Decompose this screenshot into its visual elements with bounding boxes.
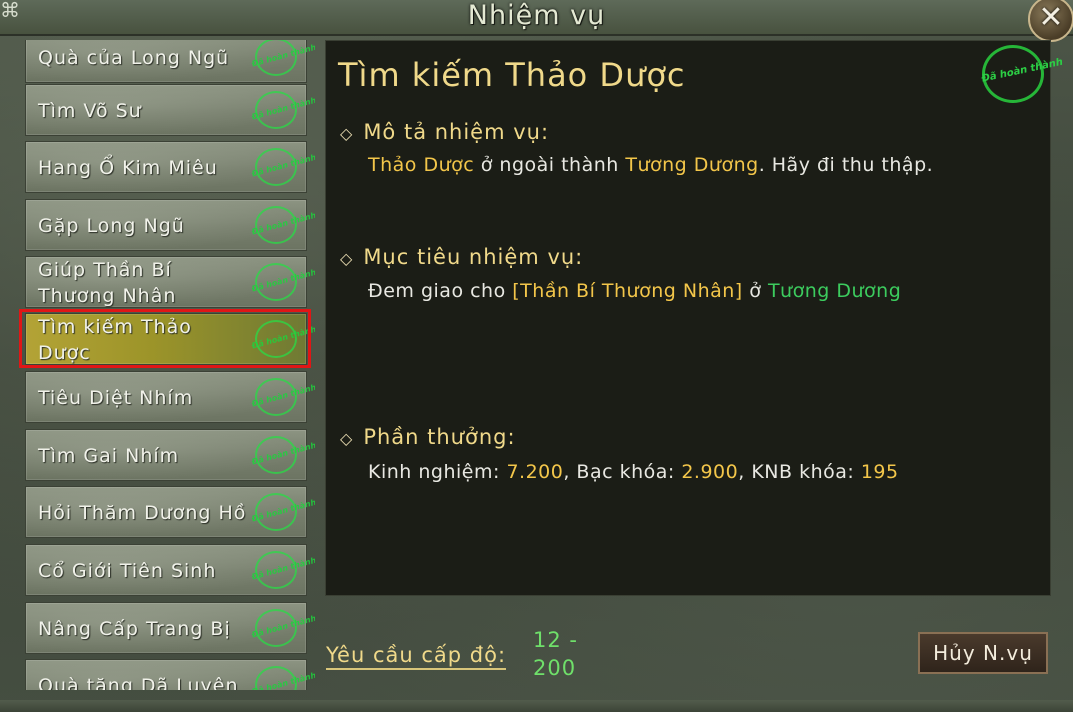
reward-knb-label: , KNB khóa: <box>738 461 861 483</box>
reward-silver-value: 2.900 <box>681 461 739 483</box>
objective-heading-label: Mục tiêu nhiệm vụ: <box>363 245 584 269</box>
completed-stamp-icon: Đã hoàn thành <box>251 493 315 531</box>
reward-heading-label: Phần thưởng: <box>363 425 516 449</box>
completed-stamp-label: Đã hoàn thành <box>250 210 315 237</box>
quest-list-item[interactable]: Nâng Cấp Trang Bị Đã hoàn thành <box>25 602 315 654</box>
quest-list-item-label: Tìm Gai Nhím <box>38 445 180 467</box>
reward-silver-label: , Bạc khóa: <box>563 461 682 483</box>
completed-stamp-icon: Đã hoàn thành <box>251 148 315 186</box>
objective-npc-link[interactable]: [Thần Bí Thương Nhân] <box>512 280 742 302</box>
level-requirement-value: 12 - 200 <box>533 628 578 680</box>
quest-list-item[interactable]: Quà của Long Ngũ Đã hoàn thành <box>25 40 315 83</box>
quest-list-item-label: Gặp Long Ngũ <box>38 215 185 237</box>
completed-stamp-label: Đã hoàn thành <box>250 670 315 690</box>
quest-list-item-label: Hang Ổ Kim Miêu <box>38 157 218 179</box>
quest-list-item-label: Nâng Cấp Trang Bị <box>38 618 231 640</box>
description-heading-label: Mô tả nhiệm vụ: <box>363 120 550 144</box>
quest-list-item[interactable]: Tiêu Diệt Nhím Đã hoàn thành <box>25 371 315 423</box>
objective-text-3: ở <box>742 280 768 302</box>
quest-list-item-label: Giúp Thần Bí Thương Nhân <box>38 259 177 307</box>
diamond-icon: ◇ <box>340 429 354 448</box>
quest-list-item-label: Tiêu Diệt Nhím <box>38 387 194 409</box>
completed-stamp-label: Đã hoàn thành <box>250 267 315 294</box>
completed-stamp-icon: Đã hoàn thành <box>251 320 315 358</box>
bottom-border <box>0 700 1073 712</box>
description-text: Thảo Dược ở ngoài thành Tương Dương. Hãy… <box>368 152 933 178</box>
completed-stamp-icon: Đã hoàn thành <box>251 263 315 301</box>
title-bar: ⌘ Nhiệm vụ <box>0 0 1073 36</box>
quest-list-item[interactable]: Gặp Long Ngũ Đã hoàn thành <box>25 199 315 251</box>
quest-list-item-label: Hỏi Thăm Dương Hồ <box>38 502 247 524</box>
completed-stamp-label: Đã hoàn thành <box>250 497 315 524</box>
reward-exp-label: Kinh nghiệm: <box>368 461 507 483</box>
quest-list-item[interactable]: Tìm Gai Nhím Đã hoàn thành <box>25 429 315 481</box>
quest-list-item[interactable]: Hỏi Thăm Dương Hồ Đã hoàn thành <box>25 486 315 538</box>
completed-stamp-icon: Đã hoàn thành <box>251 666 315 690</box>
completed-stamp-icon: Đã hoàn thành <box>251 206 315 244</box>
quest-title: Tìm kiếm Thảo Dược <box>338 56 686 94</box>
completed-stamp-label: Đã hoàn thành <box>250 440 315 467</box>
description-text-4: . Hãy đi thu thập. <box>758 154 934 176</box>
completed-stamp-label: Đã hoàn thành <box>250 95 315 122</box>
completed-stamp-label: Đã hoàn thành <box>250 382 315 409</box>
reward-heading: ◇ Phần thưởng: <box>340 423 516 453</box>
completed-stamp-label: Đã hoàn thành <box>250 613 315 640</box>
objective-heading: ◇ Mục tiêu nhiệm vụ: <box>340 243 583 273</box>
quest-list-item[interactable]: Quà tặng Dã Luyện Đã hoàn thành <box>25 659 315 690</box>
completed-stamp-icon: Đã hoàn thành <box>251 551 315 589</box>
reward-knb-value: 195 <box>860 461 899 483</box>
quest-list-item-label: Quà của Long Ngũ <box>38 47 230 69</box>
diamond-icon: ◇ <box>340 249 354 268</box>
quest-list-item-label: Tìm Võ Sư <box>38 100 142 122</box>
completed-stamp-icon: Đã hoàn thành <box>251 40 315 76</box>
reward-text: Kinh nghiệm: 7.200, Bạc khóa: 2.900, KNB… <box>368 459 899 485</box>
quest-list-item[interactable]: Cổ Giới Tiên Sinh Đã hoàn thành <box>25 544 315 596</box>
level-requirement-label: Yêu cầu cấp độ: <box>326 642 507 670</box>
quest-list-item[interactable]: Hang Ổ Kim Miêu Đã hoàn thành <box>25 141 315 193</box>
description-location[interactable]: Tương Dương <box>625 154 758 176</box>
completed-stamp-label: Đã hoàn thành <box>250 555 315 582</box>
diamond-icon: ◇ <box>340 124 354 143</box>
description-heading: ◇ Mô tả nhiệm vụ: <box>340 118 549 148</box>
quest-list-item-label: Tìm kiếm Thảo Dược <box>38 316 192 364</box>
completed-stamp-icon: Đã hoàn thành <box>251 609 315 647</box>
close-button[interactable]: ✕ <box>1028 0 1073 42</box>
description-item-name[interactable]: Thảo Dược <box>368 154 474 176</box>
completed-stamp-icon: Đã hoàn thành <box>251 436 315 474</box>
completed-stamp-label: Đã hoàn thành <box>250 324 315 351</box>
completed-stamp-icon: Đã hoàn thành <box>251 91 315 129</box>
quest-list-item-label: Quà tặng Dã Luyện <box>38 675 239 690</box>
window-title: Nhiệm vụ <box>467 0 606 31</box>
completed-stamp-label: Đã hoàn thành <box>250 152 315 179</box>
completed-stamp-icon: Đã hoàn thành <box>251 378 315 416</box>
completed-stamp-label: Đã hoàn thành <box>250 42 315 69</box>
reward-exp-value: 7.200 <box>506 461 564 483</box>
quest-detail-panel: Tìm kiếm Thảo Dược Đã hoàn thành ◇ Mô tả … <box>325 40 1064 596</box>
objective-text-1: Đem giao cho <box>368 280 513 302</box>
quest-list-item[interactable]: Giúp Thần Bí Thương Nhân Đã hoàn thành <box>25 256 315 308</box>
objective-text: Đem giao cho [Thần Bí Thương Nhân] ở Tươ… <box>368 278 901 304</box>
quest-list-item[interactable]: Tìm kiếm Thảo Dược Đã hoàn thành <box>25 313 315 365</box>
objective-location-link[interactable]: Tương Dương <box>768 280 901 302</box>
cancel-quest-button[interactable]: Hủy N.vụ <box>918 632 1048 674</box>
description-text-2: ở ngoài thành <box>474 154 626 176</box>
completed-stamp-label: Đã hoàn thành <box>980 56 1064 85</box>
completed-stamp-icon: Đã hoàn thành <box>981 45 1064 103</box>
quest-list-item[interactable]: Tìm Võ Sư Đã hoàn thành <box>25 84 315 136</box>
quest-window: ⌘ Nhiệm vụ ✕ Quà của Long Ngũ Đã hoàn thà… <box>0 0 1073 712</box>
quest-list-item-label: Cổ Giới Tiên Sinh <box>38 560 217 582</box>
quest-list[interactable]: Quà của Long Ngũ Đã hoàn thành Tìm Võ Sư Đã… <box>20 40 315 690</box>
